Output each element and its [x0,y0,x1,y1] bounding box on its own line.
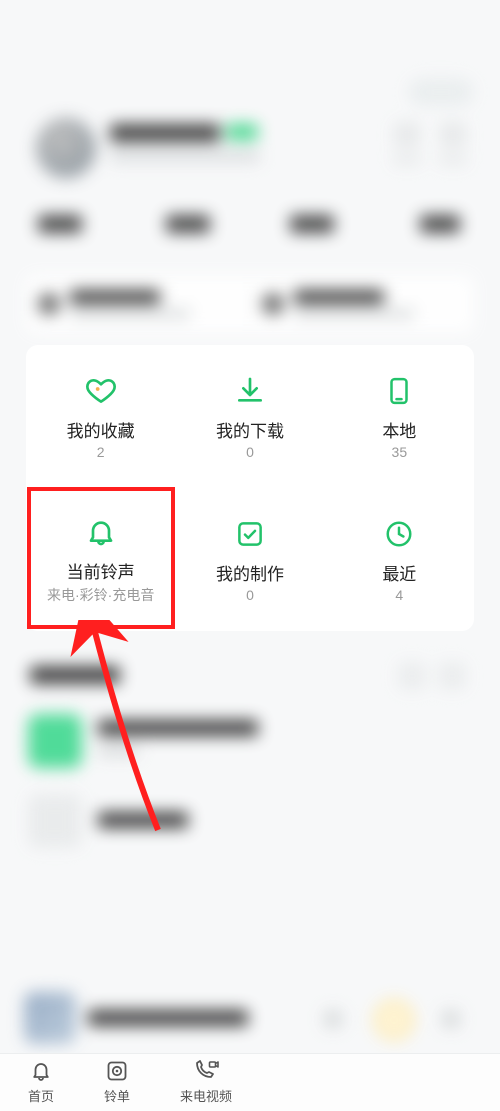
grid-item-label: 本地 [382,417,416,442]
disc-icon [104,1058,130,1084]
grid-item-value: 0 [246,587,254,603]
nav-ringtone-list[interactable]: 铃单 [104,1058,130,1109]
phone-video-icon [193,1058,219,1084]
bottom-nav: 首页 铃单 来电视频 [0,1053,500,1111]
nav-label: 铃单 [104,1086,130,1105]
grid-item-favorites[interactable]: 我的收藏 2 [26,345,175,488]
heart-icon [83,373,119,409]
grid-item-label: 我的下载 [216,417,284,442]
grid-item-recent[interactable]: 最近 4 [325,488,474,631]
grid-item-label: 我的收藏 [67,417,135,442]
grid-item-value: 35 [392,444,408,460]
grid-item-downloads[interactable]: 我的下载 0 [175,345,324,488]
checkbox-icon [232,516,268,552]
annotation-highlight-box [27,487,175,629]
grid-item-value: 0 [246,444,254,460]
nav-label: 来电视频 [180,1086,232,1105]
bell-outline-icon [28,1058,54,1084]
grid-item-value: 4 [395,587,403,603]
grid-item-creations[interactable]: 我的制作 0 [175,488,324,631]
download-icon [232,373,268,409]
nav-home[interactable]: 首页 [28,1058,54,1109]
grid-item-value: 2 [97,444,105,460]
clock-icon [381,516,417,552]
nav-call-video[interactable]: 来电视频 [180,1058,232,1109]
grid-item-label: 最近 [382,560,416,585]
grid-item-local[interactable]: 本地 35 [325,345,474,488]
grid-item-label: 我的制作 [216,560,284,585]
phone-icon [381,373,417,409]
nav-label: 首页 [28,1086,54,1105]
